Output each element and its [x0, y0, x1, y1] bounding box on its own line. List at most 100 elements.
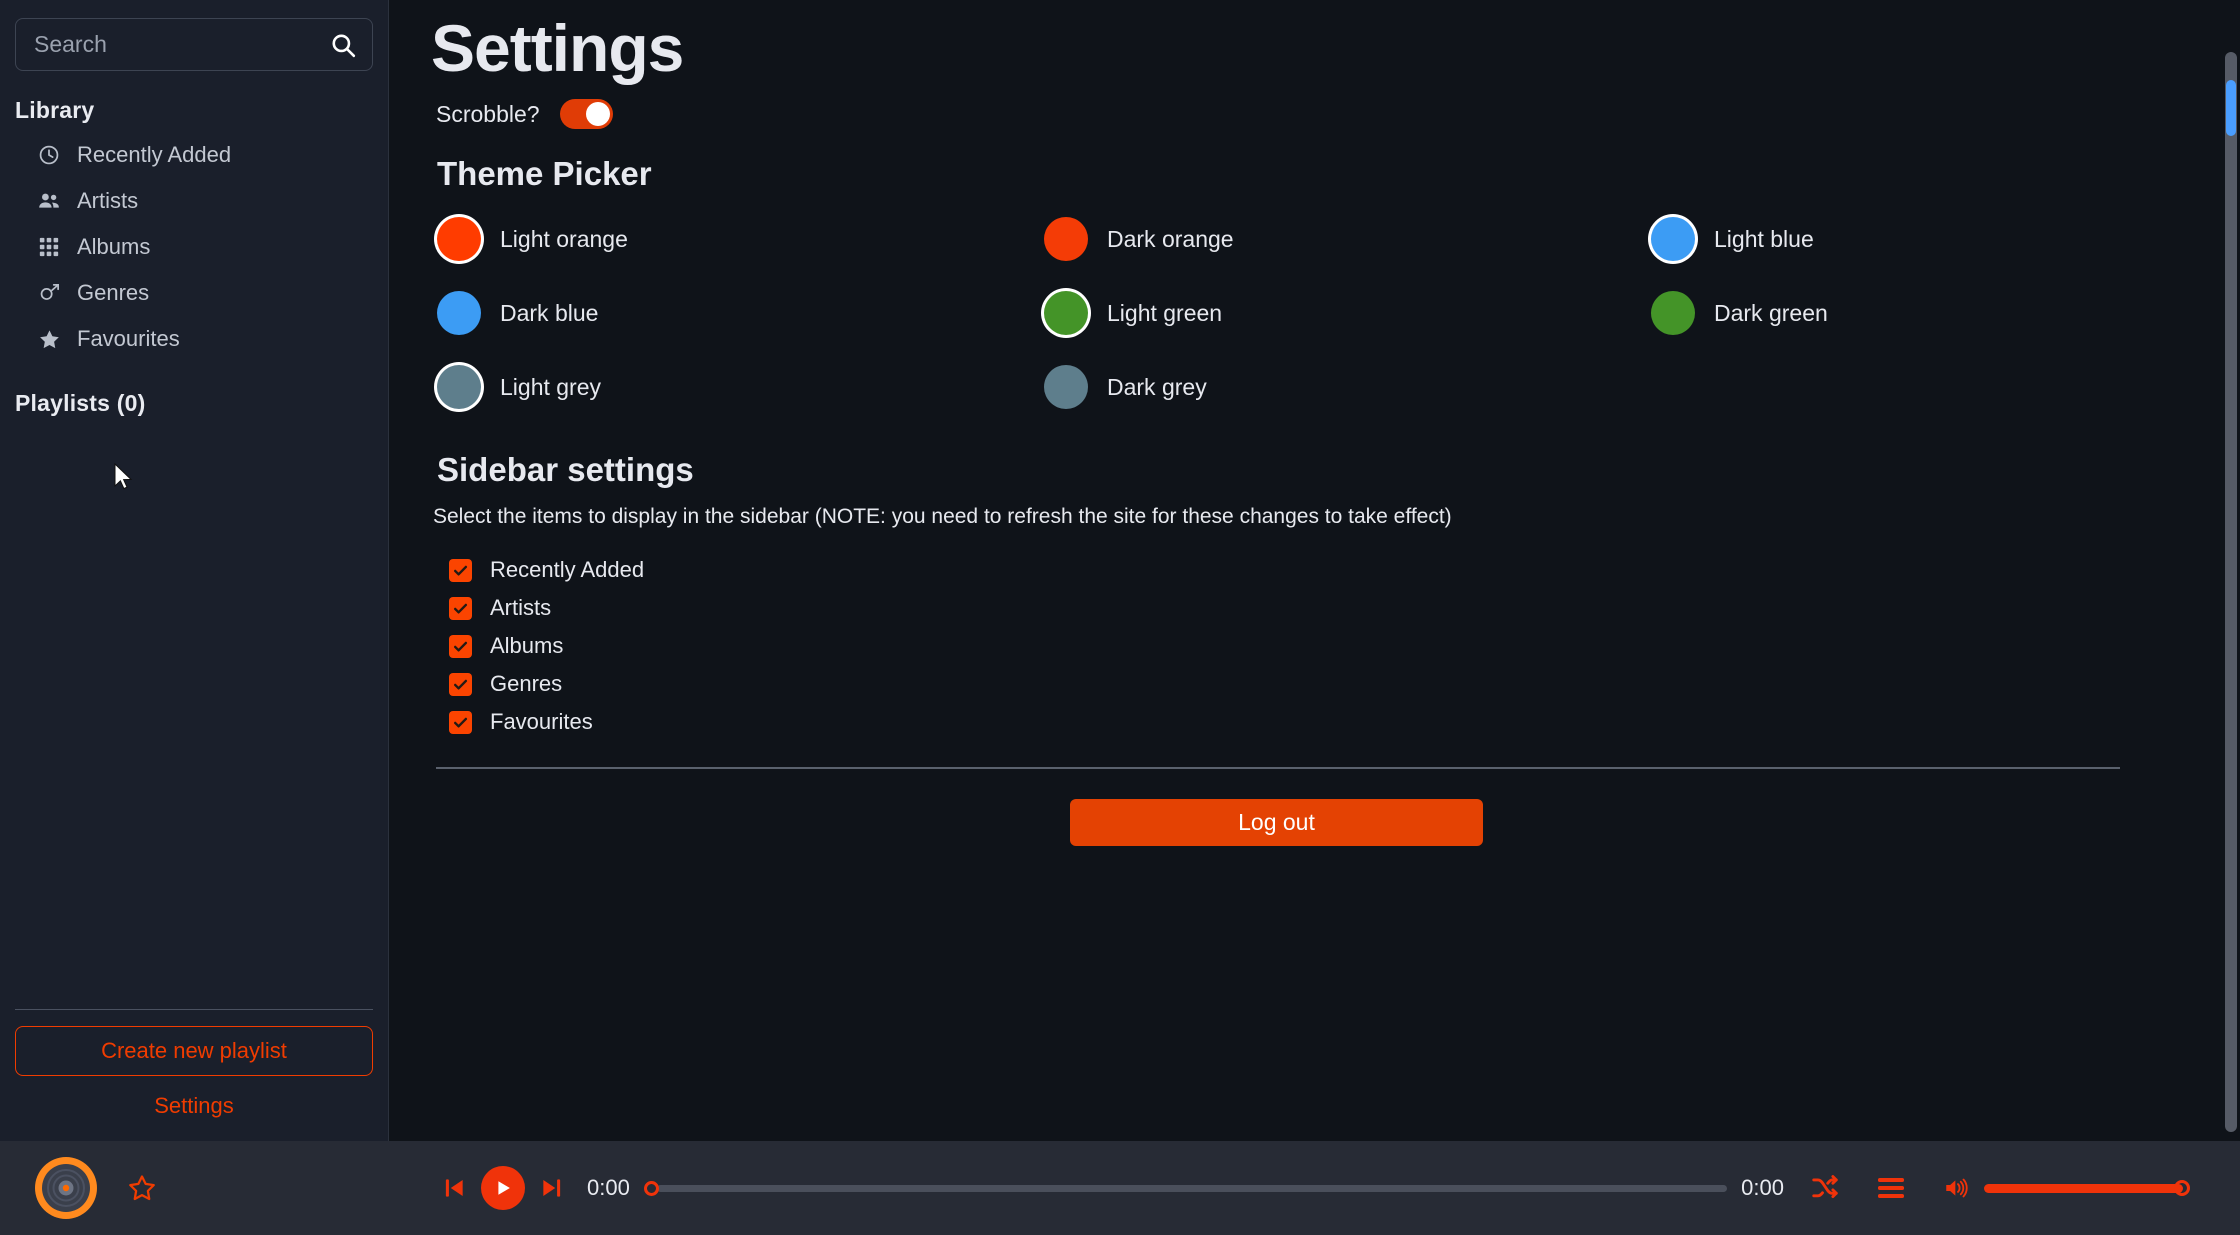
theme-option-light-blue[interactable]: Light blue	[1651, 217, 2180, 262]
logout-container: Log out	[431, 799, 2180, 847]
volume-track[interactable]	[1984, 1183, 2183, 1193]
theme-swatch	[1044, 217, 1088, 262]
sidebar-divider	[15, 1009, 373, 1010]
player-controls: 0:00 0:00	[389, 1166, 2240, 1210]
theme-label: Light blue	[1714, 225, 1814, 252]
volume-up-icon[interactable]	[1942, 1175, 1970, 1201]
checkbox-checked-icon[interactable]	[449, 596, 472, 620]
checkbox-checked-icon[interactable]	[449, 634, 472, 658]
sidebar-item-favourites[interactable]: Favourites	[15, 316, 373, 362]
scrobble-row: Scrobble?	[431, 99, 2180, 130]
seek-slider[interactable]	[643, 1180, 1728, 1196]
sidebar-settings-note: Select the items to display in the sideb…	[433, 505, 1452, 529]
theme-swatch	[1651, 217, 1695, 262]
theme-option-dark-grey[interactable]: Dark grey	[1044, 365, 1651, 410]
theme-label: Dark grey	[1107, 373, 1207, 400]
star-icon	[37, 327, 61, 351]
checkbox-label: Albums	[490, 633, 564, 659]
theme-label: Dark blue	[500, 299, 599, 326]
checkbox-label: Favourites	[490, 709, 593, 735]
grid-icon	[37, 235, 61, 259]
playlists-empty-area	[15, 425, 373, 1009]
theme-swatch	[1044, 365, 1088, 410]
scrobble-label: Scrobble?	[436, 100, 540, 127]
theme-swatch	[437, 291, 481, 336]
content-divider	[436, 767, 2120, 770]
vinyl-record-icon	[33, 1155, 99, 1221]
theme-label: Light green	[1107, 299, 1223, 326]
create-new-playlist-button[interactable]: Create new playlist	[15, 1026, 373, 1076]
theme-picker-heading: Theme Picker	[437, 155, 652, 193]
play-icon[interactable]	[481, 1166, 525, 1210]
logout-button[interactable]: Log out	[1070, 799, 1483, 847]
checkbox-row-albums[interactable]: Albums	[449, 627, 2180, 665]
player-now-playing	[0, 1141, 389, 1235]
checkbox-label: Genres	[490, 671, 563, 697]
sidebar-item-genres[interactable]: Genres	[15, 270, 373, 316]
current-time: 0:00	[587, 1175, 630, 1200]
sidebar-settings-link[interactable]: Settings	[15, 1093, 373, 1119]
toggle-knob	[585, 102, 610, 127]
total-time: 0:00	[1741, 1175, 1784, 1200]
checkbox-row-recently-added[interactable]: Recently Added	[449, 551, 2180, 589]
theme-option-light-orange[interactable]: Light orange	[437, 217, 1044, 262]
search-box[interactable]	[15, 18, 373, 71]
sidebar-item-label: Favourites	[77, 326, 180, 351]
theme-label: Dark orange	[1107, 225, 1234, 252]
search-input[interactable]	[34, 31, 330, 58]
vertical-scrollbar[interactable]	[2225, 52, 2237, 1132]
checkbox-row-artists[interactable]: Artists	[449, 589, 2180, 627]
favourite-star-icon[interactable]	[127, 1173, 157, 1203]
theme-option-light-grey[interactable]: Light grey	[437, 365, 1044, 410]
scrobble-toggle[interactable]	[559, 99, 613, 130]
theme-swatch	[1651, 291, 1695, 336]
skip-next-icon[interactable]	[539, 1175, 565, 1201]
theme-label: Dark green	[1714, 299, 1828, 326]
sidebar-item-label: Artists	[77, 188, 139, 213]
volume-slider[interactable]	[1984, 1180, 2190, 1196]
shuffle-icon[interactable]	[1810, 1173, 1840, 1203]
theme-swatch	[1044, 291, 1088, 336]
volume-handle[interactable]	[2174, 1180, 2190, 1196]
scrollbar-thumb[interactable]	[2226, 80, 2236, 136]
sidebar: Library Recently Added Artists	[0, 0, 389, 1141]
search-icon[interactable]	[330, 32, 356, 58]
sidebar-settings-heading: Sidebar settings	[437, 451, 694, 489]
theme-label: Light grey	[500, 373, 602, 400]
checkbox-row-favourites[interactable]: Favourites	[449, 703, 2180, 741]
sidebar-item-label: Genres	[77, 280, 150, 305]
theme-picker-grid: Light orange Dark orange Light blue Dark…	[431, 217, 2180, 410]
checkbox-checked-icon[interactable]	[449, 558, 472, 582]
clock-icon	[37, 143, 61, 167]
checkbox-row-genres[interactable]: Genres	[449, 665, 2180, 703]
checkbox-checked-icon[interactable]	[449, 710, 472, 734]
sidebar-item-albums[interactable]: Albums	[15, 224, 373, 270]
skip-previous-icon[interactable]	[441, 1175, 467, 1201]
player-bar: 0:00 0:00	[0, 1141, 2240, 1235]
sidebar-item-recently-added[interactable]: Recently Added	[15, 132, 373, 178]
theme-swatch	[437, 365, 481, 410]
app-root: Library Recently Added Artists	[0, 0, 2240, 1235]
sidebar-item-label: Albums	[77, 234, 151, 259]
theme-option-dark-blue[interactable]: Dark blue	[437, 291, 1044, 336]
users-icon	[37, 189, 61, 213]
theme-option-dark-green[interactable]: Dark green	[1651, 291, 2180, 336]
checkbox-label: Artists	[490, 595, 552, 621]
seek-handle[interactable]	[643, 1180, 659, 1196]
theme-label: Light orange	[500, 225, 628, 252]
library-heading: Library	[15, 97, 95, 123]
checkbox-label: Recently Added	[490, 557, 645, 583]
playlists-heading: Playlists (0)	[15, 390, 146, 416]
theme-option-dark-orange[interactable]: Dark orange	[1044, 217, 1651, 262]
page-title: Settings	[431, 11, 684, 85]
venus-mars-icon	[37, 281, 61, 305]
sidebar-item-label: Recently Added	[77, 142, 232, 167]
queue-list-icon[interactable]	[1876, 1175, 1906, 1201]
main-content: Settings Scrobble? Theme Picker Light or…	[389, 0, 2240, 1141]
theme-swatch	[437, 217, 481, 262]
sidebar-item-artists[interactable]: Artists	[15, 178, 373, 224]
sidebar-settings-checkbox-list: Recently Added Artists Albums Genres Fav…	[431, 551, 2180, 741]
checkbox-checked-icon[interactable]	[449, 672, 472, 696]
theme-option-light-green[interactable]: Light green	[1044, 291, 1651, 336]
seek-track[interactable]	[656, 1184, 1728, 1192]
